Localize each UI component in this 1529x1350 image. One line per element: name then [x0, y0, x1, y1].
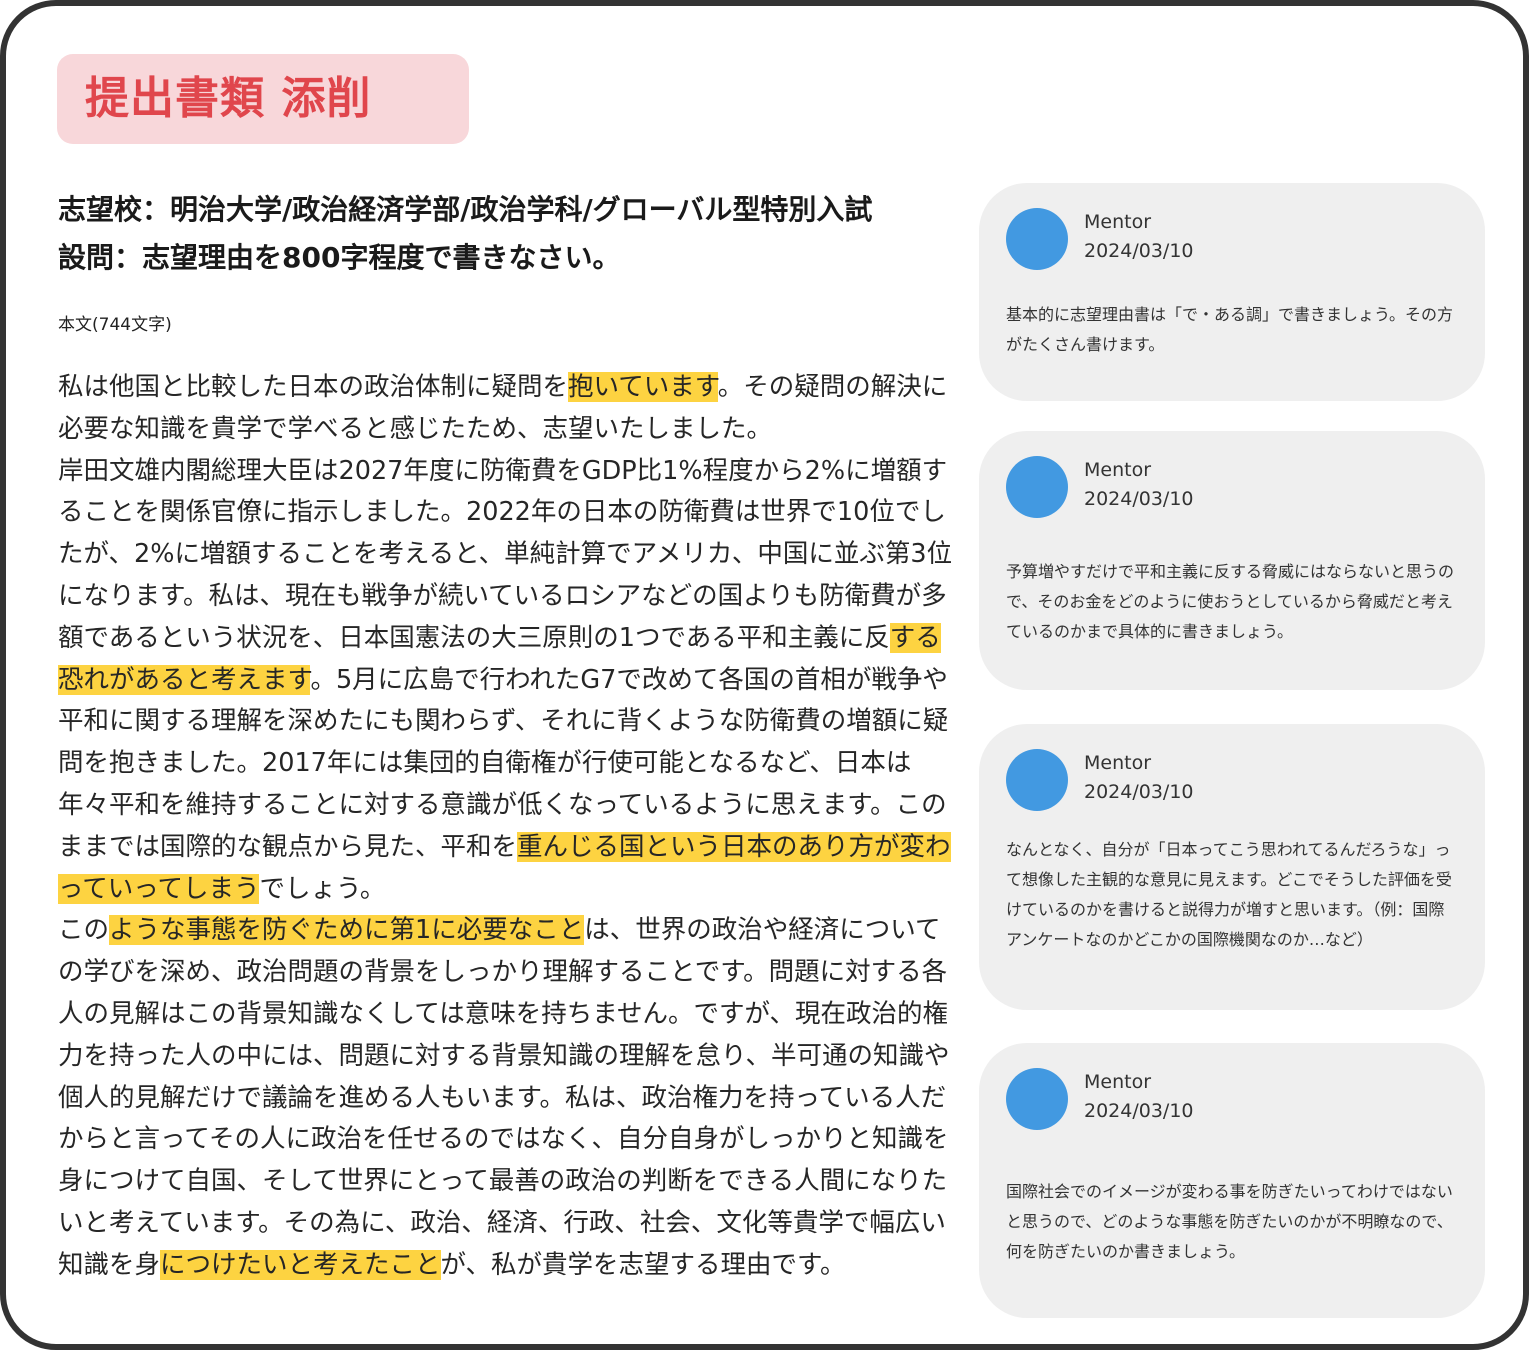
- comment-card[interactable]: Mentor 2024/03/10 基本的に志望理由書は「で・ある調」で書きまし…: [979, 183, 1485, 401]
- mentor-avatar-icon: [1006, 456, 1068, 518]
- comment-date: 2024/03/10: [1084, 488, 1194, 510]
- comment-author: Mentor: [1084, 459, 1152, 481]
- comment-card[interactable]: Mentor 2024/03/10 なんとなく、自分が「日本ってこう思われてるん…: [979, 724, 1485, 1010]
- comment-date: 2024/03/10: [1084, 240, 1194, 262]
- essay-char-count: 本文(744文字): [58, 315, 172, 335]
- mentor-avatar-icon: [1006, 749, 1068, 811]
- mentor-avatar-icon: [1006, 208, 1068, 270]
- essay-body: 私は他国と比較した日本の政治体制に疑問を抱いています。その疑問の解決に必要な知識…: [58, 367, 958, 1287]
- essay-text: は、世界の政治や経済についての学びを深め、政治問題の背景をしっかり理解することで…: [58, 915, 950, 1280]
- essay-text: が、私が貴学を志望する理由です。: [440, 1249, 846, 1280]
- essay-text: 私は他国と比較した日本の政治体制に疑問を: [58, 372, 569, 402]
- essay-question: 設問：志望理由を800字程度で書きなさい。: [58, 241, 621, 274]
- essay-text: でしょう。: [259, 873, 386, 904]
- comment-card[interactable]: Mentor 2024/03/10 予算増やすだけで平和主義に反する脅威にはなら…: [979, 431, 1485, 690]
- comment-text: 国際社会でのイメージが変わる事を防ぎたいってわけではないと思うので、どのような事…: [1006, 1182, 1453, 1261]
- comment-text: 予算増やすだけで平和主義に反する脅威にはならないと思うので、そのお金をどのように…: [1006, 562, 1455, 641]
- highlighted-text[interactable]: ような事態を防ぐために第1に必要なこと: [109, 915, 585, 946]
- comment-text: 基本的に志望理由書は「で・ある調」で書きましょう。その方がたくさん書けます。: [1006, 305, 1454, 354]
- comment-author: Mentor: [1084, 752, 1152, 774]
- highlighted-text[interactable]: 抱いています: [568, 372, 718, 402]
- comment-date: 2024/03/10: [1084, 781, 1194, 803]
- comment-author: Mentor: [1084, 1071, 1152, 1093]
- essay-paragraph-2: 岸田文雄内閣総理大臣は2027年度に防衛費をGDP比1%程度から2%に増額するこ…: [58, 451, 958, 911]
- highlighted-text[interactable]: につけたいと考えたこと: [160, 1249, 441, 1280]
- page-title-badge: 提出書類 添削: [57, 54, 469, 144]
- submission-meta: 志望校：明治大学/政治経済学部/政治学科/グローバル型特別入試 設問：志望理由を…: [58, 186, 948, 282]
- page-title: 提出書類 添削: [85, 73, 372, 124]
- essay-text: この: [58, 915, 110, 946]
- comment-card[interactable]: Mentor 2024/03/10 国際社会でのイメージが変わる事を防ぎたいって…: [979, 1043, 1485, 1318]
- essay-text: 岸田文雄内閣総理大臣は2027年度に防衛費をGDP比1%程度から2%に増額するこ…: [58, 455, 953, 653]
- target-school: 志望校：明治大学/政治経済学部/政治学科/グローバル型特別入試: [58, 193, 873, 226]
- essay-paragraph-1: 私は他国と比較した日本の政治体制に疑問を抱いています。その疑問の解決に必要な知識…: [58, 367, 958, 451]
- mentor-avatar-icon: [1006, 1068, 1068, 1130]
- review-window: 提出書類 添削 志望校：明治大学/政治経済学部/政治学科/グローバル型特別入試 …: [0, 0, 1529, 1350]
- comment-author: Mentor: [1084, 211, 1152, 233]
- essay-paragraph-3: このような事態を防ぐために第1に必要なことは、世界の政治や経済についての学びを深…: [58, 910, 958, 1286]
- comment-date: 2024/03/10: [1084, 1100, 1194, 1122]
- comment-text: なんとなく、自分が「日本ってこう思われてるんだろうな」って想像した主観的な意見に…: [1006, 840, 1452, 949]
